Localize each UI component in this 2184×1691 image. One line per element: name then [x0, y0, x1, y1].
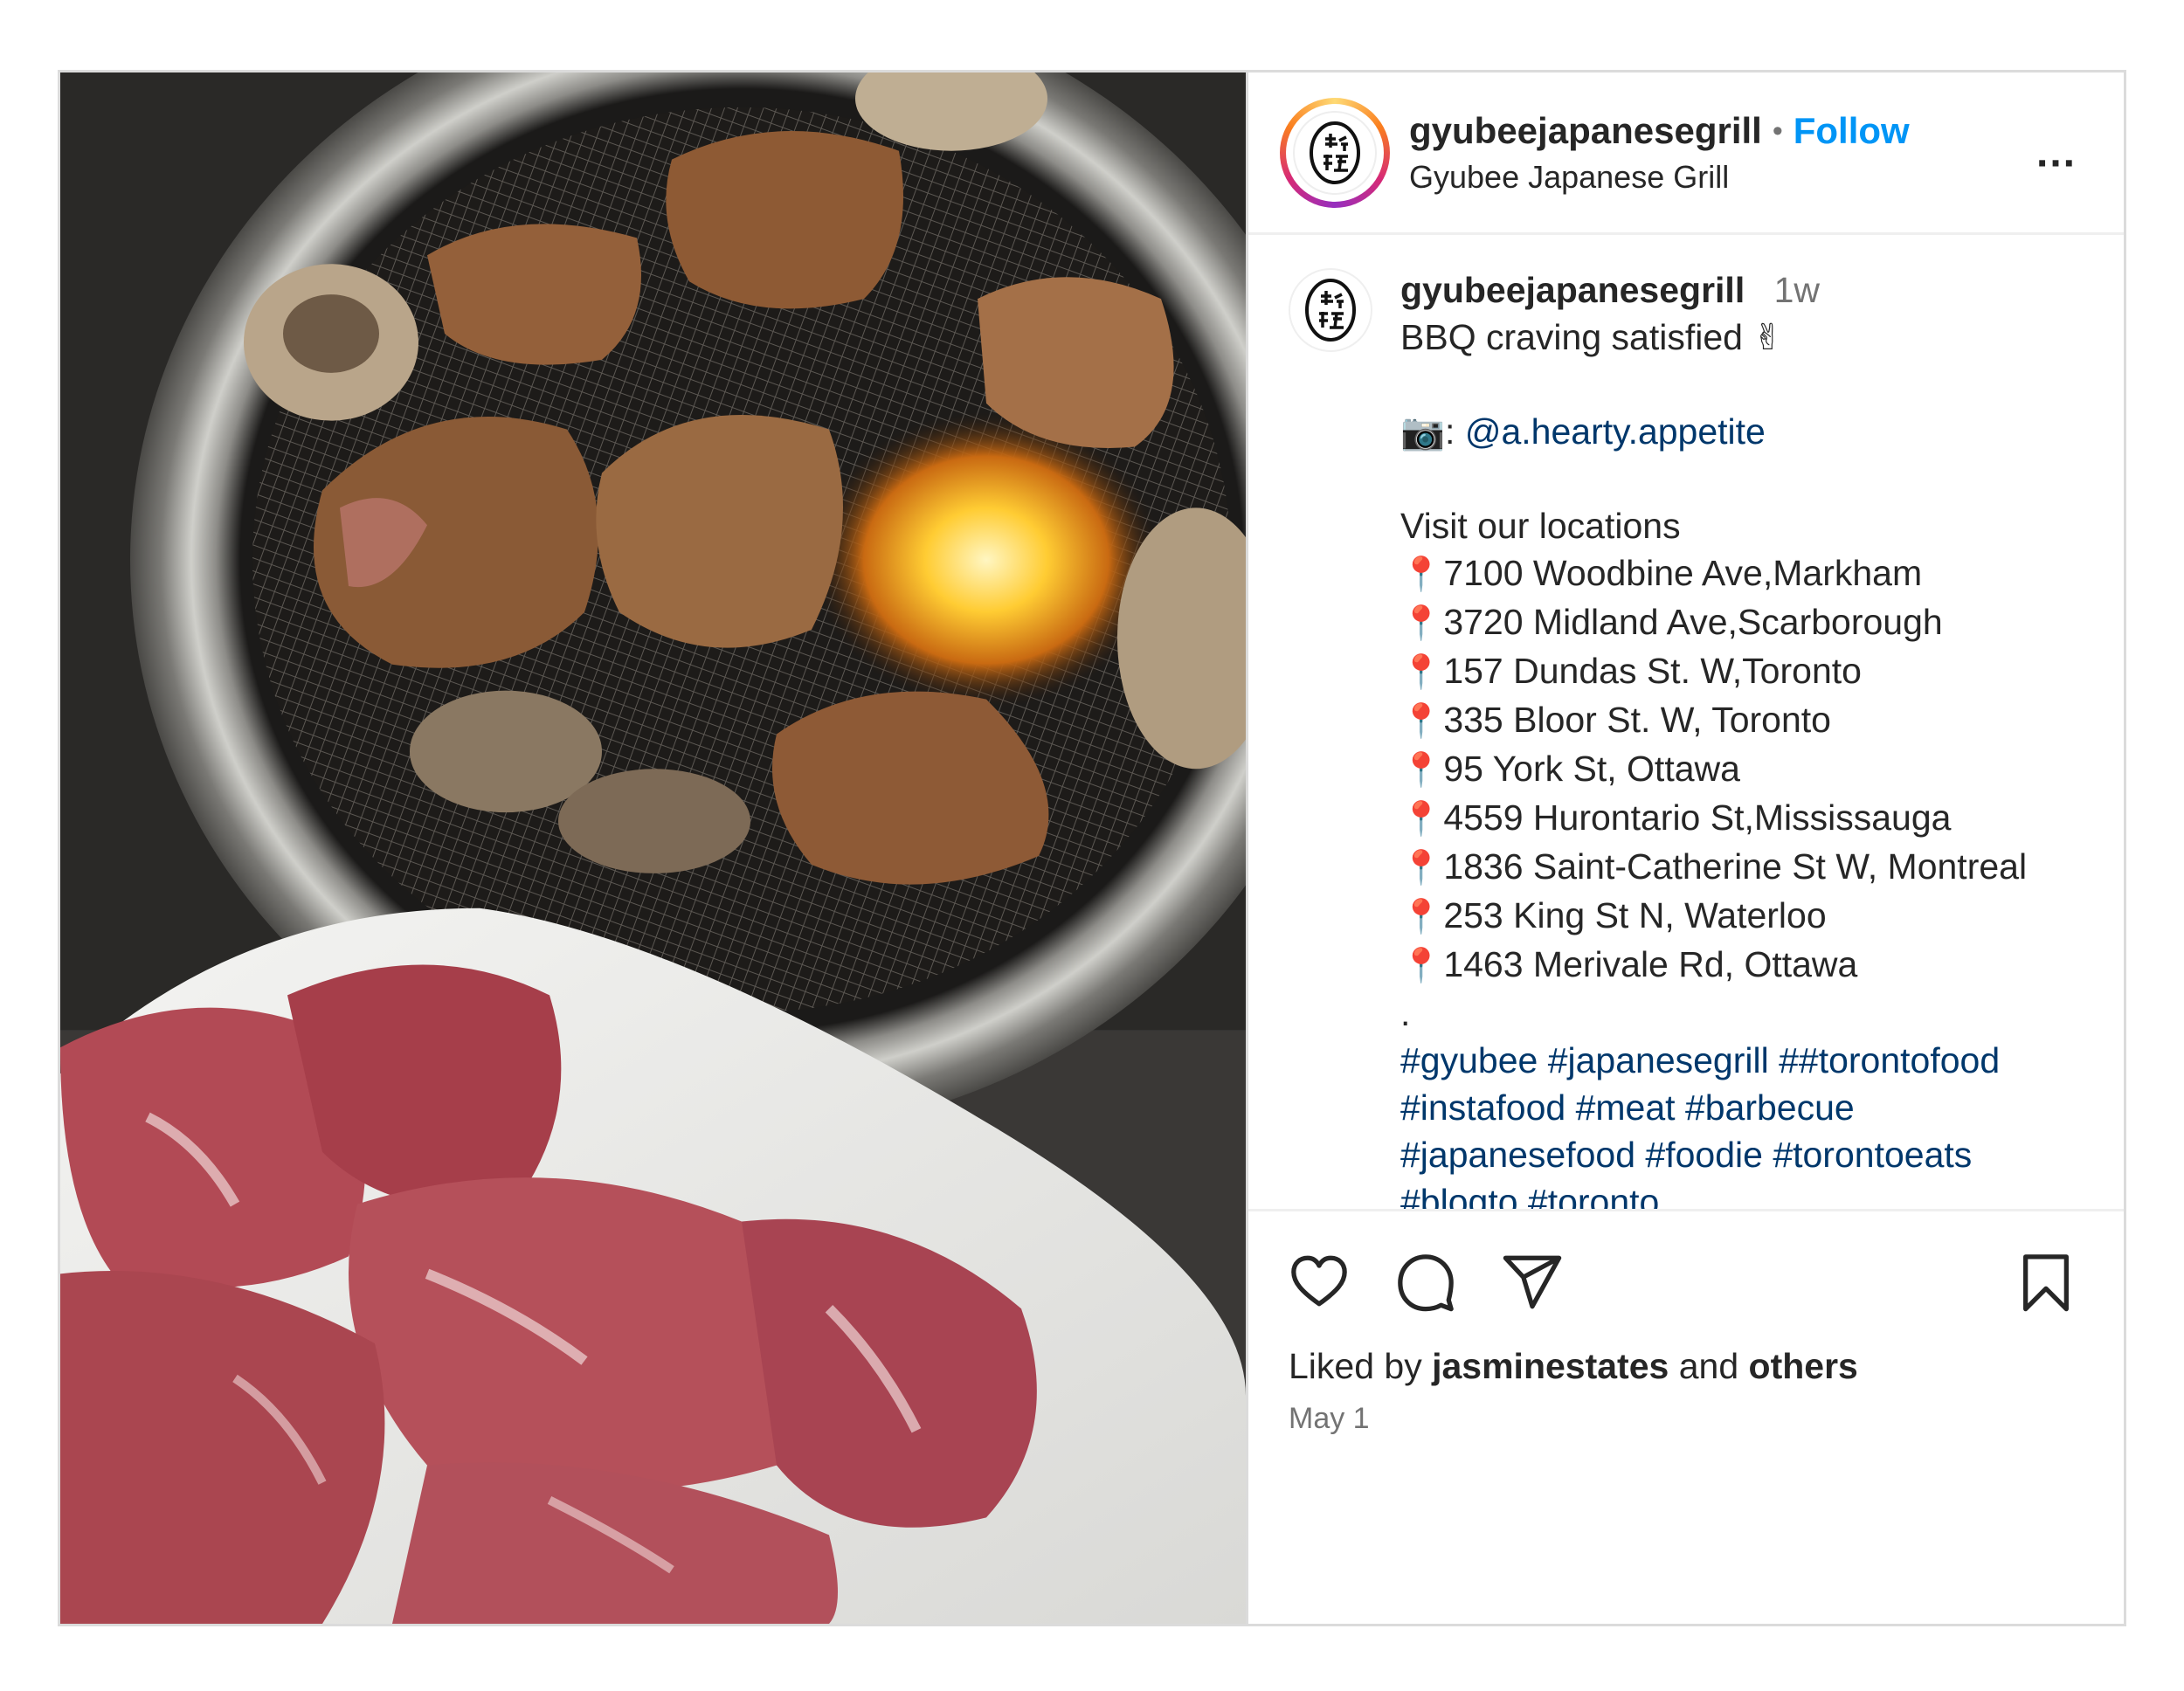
avatar-story-ring[interactable]: [1280, 97, 1390, 208]
caption-area[interactable]: gyubeejapanesegrill 1w BBQ craving satis…: [1248, 235, 2124, 1211]
pin-icon: 📍: [1400, 605, 1442, 642]
pin-icon: 📍: [1400, 850, 1442, 887]
location-text: 335 Bloor St. W, Toronto: [1443, 700, 1831, 740]
hashtag-line[interactable]: #instafood #meat #barbecue: [1400, 1084, 2089, 1131]
caption-credit: 📷: @a.hearty.appetite: [1400, 408, 2089, 455]
location-list: 📍7100 Woodbine Ave,Markham 📍3720 Midland…: [1400, 549, 2089, 990]
camera-credit-prefix: 📷:: [1400, 411, 1465, 452]
likes-section: Liked by jasminestates and others May 1: [1248, 1342, 2124, 1447]
location-text: 3720 Midland Ave,Scarborough: [1443, 602, 1943, 642]
post-header: gyubeejapanesegrill • Follow Gyubee Japa…: [1248, 72, 2124, 235]
follow-button[interactable]: Follow: [1794, 108, 1910, 154]
likes-others-link[interactable]: others: [1749, 1346, 1858, 1386]
like-button[interactable]: [1289, 1252, 1350, 1317]
gyubee-logo-icon: [1305, 279, 1356, 342]
post-date[interactable]: May 1: [1289, 1402, 1370, 1436]
likes-text[interactable]: Liked by jasminestates and others: [1289, 1342, 1858, 1390]
header-separator: •: [1772, 114, 1783, 148]
pin-icon: 📍: [1400, 752, 1442, 789]
location-text: 1463 Merivale Rd, Ottawa: [1443, 944, 1858, 984]
caption-username[interactable]: gyubeejapanesegrill: [1400, 270, 1745, 310]
hashtag-line[interactable]: #gyubee #japanesegrill ##torontofood: [1400, 1037, 2089, 1084]
location-item: 📍335 Bloor St. W, Toronto: [1400, 696, 2089, 745]
pin-icon: 📍: [1400, 801, 1442, 838]
header-text: gyubeejapanesegrill • Follow Gyubee Japa…: [1409, 108, 1910, 197]
gyubee-logo-icon: [1310, 121, 1360, 184]
pin-icon: 📍: [1400, 556, 1442, 593]
pin-icon: 📍: [1400, 654, 1442, 691]
likes-prefix: Liked by: [1289, 1346, 1433, 1386]
location-item: 📍1836 Saint-Catherine St W, Montreal: [1400, 843, 2089, 892]
caption-body: gyubeejapanesegrill 1w BBQ craving satis…: [1400, 266, 2089, 1209]
location-item: 📍1463 Merivale Rd, Ottawa: [1400, 941, 2089, 990]
pin-icon: 📍: [1400, 948, 1442, 984]
heart-icon: [1291, 1255, 1347, 1307]
location-item: 📍7100 Woodbine Ave,Markham: [1400, 549, 2089, 598]
share-icon: [1503, 1255, 1562, 1309]
comment-icon: [1398, 1254, 1454, 1312]
header-username[interactable]: gyubeejapanesegrill: [1409, 108, 1762, 154]
pin-icon: 📍: [1400, 703, 1442, 740]
share-button[interactable]: [1502, 1252, 1563, 1317]
location-item: 📍95 York St, Ottawa: [1400, 745, 2089, 794]
location-text: 157 Dundas St. W,Toronto: [1443, 651, 1862, 691]
post-sidebar: gyubeejapanesegrill • Follow Gyubee Japa…: [1246, 72, 2124, 1624]
hashtag-line[interactable]: #blogto #toronto: [1400, 1178, 2089, 1209]
hashtags: #gyubee #japanesegrill ##torontofood #in…: [1400, 1037, 2089, 1209]
credit-mention-link[interactable]: @a.hearty.appetite: [1465, 411, 1766, 452]
liker-username[interactable]: jasminestates: [1432, 1346, 1669, 1386]
location-text: 1836 Saint-Catherine St W, Montreal: [1443, 846, 2028, 887]
location-item: 📍253 King St N, Waterloo: [1400, 892, 2089, 941]
location-text: 95 York St, Ottawa: [1443, 749, 1740, 789]
location-text: 4559 Hurontario St,Mississauga: [1443, 797, 1952, 838]
instagram-post-card: gyubeejapanesegrill • Follow Gyubee Japa…: [58, 70, 2126, 1626]
header-subtitle[interactable]: Gyubee Japanese Grill: [1409, 157, 1910, 197]
caption-avatar[interactable]: [1289, 268, 1372, 352]
caption-time[interactable]: 1w: [1774, 270, 1820, 310]
hashtag-line[interactable]: #japanesefood #foodie #torontoeats: [1400, 1131, 2089, 1178]
more-options-button[interactable]: ...: [2036, 128, 2077, 176]
visit-locations-heading: Visit our locations: [1400, 506, 1681, 546]
pin-icon: 📍: [1400, 899, 1442, 935]
location-item: 📍157 Dundas St. W,Toronto: [1400, 647, 2089, 696]
post-photo[interactable]: [60, 72, 1246, 1624]
bookmark-icon: [2023, 1254, 2069, 1312]
bbq-grill-photo: [60, 72, 1246, 1624]
location-item: 📍3720 Midland Ave,Scarborough: [1400, 598, 2089, 647]
caption-dot: .: [1400, 993, 1411, 1033]
save-button[interactable]: [2015, 1252, 2077, 1317]
likes-middle: and: [1669, 1346, 1749, 1386]
comment-button[interactable]: [1395, 1252, 1456, 1317]
more-options-icon: ...: [2035, 129, 2077, 176]
action-bar: [1248, 1211, 2124, 1342]
location-item: 📍4559 Hurontario St,Mississauga: [1400, 794, 2089, 843]
caption-line1: BBQ craving satisfied ✌: [1400, 317, 1783, 357]
location-text: 253 King St N, Waterloo: [1443, 895, 1827, 935]
avatar: [1293, 110, 1377, 195]
location-text: 7100 Woodbine Ave,Markham: [1443, 553, 1923, 593]
